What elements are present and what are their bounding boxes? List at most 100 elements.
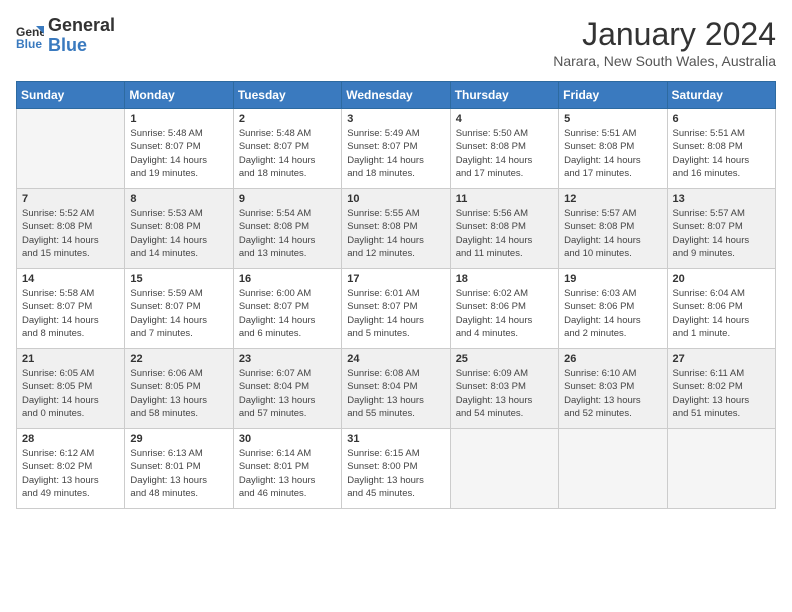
day-number: 31 <box>347 433 444 445</box>
day-number: 21 <box>22 353 119 365</box>
day-info: Sunrise: 5:57 AM Sunset: 8:07 PM Dayligh… <box>673 207 770 260</box>
calendar-cell: 9Sunrise: 5:54 AM Sunset: 8:08 PM Daylig… <box>233 189 341 269</box>
day-info: Sunrise: 5:48 AM Sunset: 8:07 PM Dayligh… <box>130 127 227 180</box>
calendar-cell: 4Sunrise: 5:50 AM Sunset: 8:08 PM Daylig… <box>450 109 558 189</box>
day-number: 14 <box>22 273 119 285</box>
calendar-cell: 6 Sunrise: 5:51 AM Sunset: 8:08 PM Daylig… <box>667 109 775 189</box>
day-number: 24 <box>347 353 444 365</box>
day-info: Sunrise: 6:10 AM Sunset: 8:03 PM Dayligh… <box>564 367 661 420</box>
calendar-cell: 21 Sunrise: 6:05 AM Sunset: 8:05 PM Dayli… <box>17 349 125 429</box>
day-info: Sunrise: 5:56 AM Sunset: 8:08 PM Dayligh… <box>456 207 553 260</box>
day-info: Sunrise: 6:04 AM Sunset: 8:06 PM Dayligh… <box>673 287 770 340</box>
day-number: 6 <box>673 113 770 125</box>
day-number: 10 <box>347 193 444 205</box>
calendar-week-row: 21 Sunrise: 6:05 AM Sunset: 8:05 PM Dayli… <box>17 349 776 429</box>
day-number: 22 <box>130 353 227 365</box>
calendar-cell: 13 Sunrise: 5:57 AM Sunset: 8:07 PM Dayli… <box>667 189 775 269</box>
day-number: 5 <box>564 113 661 125</box>
day-number: 30 <box>239 433 336 445</box>
calendar-cell: 14 Sunrise: 5:58 AM Sunset: 8:07 PM Dayli… <box>17 269 125 349</box>
calendar-cell: 8 Sunrise: 5:53 AM Sunset: 8:08 PM Daylig… <box>125 189 233 269</box>
day-number: 28 <box>22 433 119 445</box>
calendar-cell: 23Sunrise: 6:07 AM Sunset: 8:04 PM Dayli… <box>233 349 341 429</box>
day-info: Sunrise: 6:09 AM Sunset: 8:03 PM Dayligh… <box>456 367 553 420</box>
calendar-cell <box>450 429 558 509</box>
calendar-cell: 17 Sunrise: 6:01 AM Sunset: 8:07 PM Dayli… <box>342 269 450 349</box>
page-header: General Blue GeneralBlue January 2024 Na… <box>16 16 776 69</box>
calendar-cell: 22 Sunrise: 6:06 AM Sunset: 8:05 PM Dayli… <box>125 349 233 429</box>
day-info: Sunrise: 5:57 AM Sunset: 8:08 PM Dayligh… <box>564 207 661 260</box>
calendar-table: SundayMondayTuesdayWednesdayThursdayFrid… <box>16 81 776 509</box>
day-info: Sunrise: 6:03 AM Sunset: 8:06 PM Dayligh… <box>564 287 661 340</box>
day-number: 25 <box>456 353 553 365</box>
calendar-cell: 7Sunrise: 5:52 AM Sunset: 8:08 PM Daylig… <box>17 189 125 269</box>
svg-text:Blue: Blue <box>16 37 42 50</box>
day-header-wednesday: Wednesday <box>342 82 450 109</box>
day-info: Sunrise: 6:02 AM Sunset: 8:06 PM Dayligh… <box>456 287 553 340</box>
day-info: Sunrise: 6:08 AM Sunset: 8:04 PM Dayligh… <box>347 367 444 420</box>
day-number: 12 <box>564 193 661 205</box>
calendar-cell: 19 Sunrise: 6:03 AM Sunset: 8:06 PM Dayli… <box>559 269 667 349</box>
day-info: Sunrise: 6:01 AM Sunset: 8:07 PM Dayligh… <box>347 287 444 340</box>
day-number: 15 <box>130 273 227 285</box>
day-number: 20 <box>673 273 770 285</box>
day-info: Sunrise: 5:58 AM Sunset: 8:07 PM Dayligh… <box>22 287 119 340</box>
day-info: Sunrise: 5:51 AM Sunset: 8:08 PM Dayligh… <box>564 127 661 180</box>
calendar-cell: 5 Sunrise: 5:51 AM Sunset: 8:08 PM Daylig… <box>559 109 667 189</box>
day-number: 9 <box>239 193 336 205</box>
day-info: Sunrise: 5:53 AM Sunset: 8:08 PM Dayligh… <box>130 207 227 260</box>
day-header-sunday: Sunday <box>17 82 125 109</box>
day-number: 19 <box>564 273 661 285</box>
day-info: Sunrise: 6:15 AM Sunset: 8:00 PM Dayligh… <box>347 447 444 500</box>
calendar-cell: 31 Sunrise: 6:15 AM Sunset: 8:00 PM Dayli… <box>342 429 450 509</box>
day-info: Sunrise: 6:05 AM Sunset: 8:05 PM Dayligh… <box>22 367 119 420</box>
calendar-cell: 11 Sunrise: 5:56 AM Sunset: 8:08 PM Dayli… <box>450 189 558 269</box>
day-header-saturday: Saturday <box>667 82 775 109</box>
day-info: Sunrise: 5:59 AM Sunset: 8:07 PM Dayligh… <box>130 287 227 340</box>
day-info: Sunrise: 5:51 AM Sunset: 8:08 PM Dayligh… <box>673 127 770 180</box>
day-number: 13 <box>673 193 770 205</box>
day-info: Sunrise: 5:52 AM Sunset: 8:08 PM Dayligh… <box>22 207 119 260</box>
day-header-friday: Friday <box>559 82 667 109</box>
day-number: 8 <box>130 193 227 205</box>
day-info: Sunrise: 6:06 AM Sunset: 8:05 PM Dayligh… <box>130 367 227 420</box>
calendar-header-row: SundayMondayTuesdayWednesdayThursdayFrid… <box>17 82 776 109</box>
day-info: Sunrise: 6:00 AM Sunset: 8:07 PM Dayligh… <box>239 287 336 340</box>
day-info: Sunrise: 5:49 AM Sunset: 8:07 PM Dayligh… <box>347 127 444 180</box>
calendar-cell: 28 Sunrise: 6:12 AM Sunset: 8:02 PM Dayli… <box>17 429 125 509</box>
day-number: 29 <box>130 433 227 445</box>
day-number: 16 <box>239 273 336 285</box>
day-info: Sunrise: 6:12 AM Sunset: 8:02 PM Dayligh… <box>22 447 119 500</box>
calendar-cell <box>17 109 125 189</box>
calendar-cell: 2 Sunrise: 5:48 AM Sunset: 8:07 PM Daylig… <box>233 109 341 189</box>
calendar-cell: 12 Sunrise: 5:57 AM Sunset: 8:08 PM Dayli… <box>559 189 667 269</box>
day-number: 17 <box>347 273 444 285</box>
calendar-cell: 18Sunrise: 6:02 AM Sunset: 8:06 PM Dayli… <box>450 269 558 349</box>
month-title: January 2024 <box>553 16 776 53</box>
calendar-cell: 16 Sunrise: 6:00 AM Sunset: 8:07 PM Dayli… <box>233 269 341 349</box>
day-info: Sunrise: 5:50 AM Sunset: 8:08 PM Dayligh… <box>456 127 553 180</box>
calendar-cell <box>559 429 667 509</box>
day-number: 2 <box>239 113 336 125</box>
day-header-monday: Monday <box>125 82 233 109</box>
calendar-cell: 26 Sunrise: 6:10 AM Sunset: 8:03 PM Dayli… <box>559 349 667 429</box>
calendar-cell: 3Sunrise: 5:49 AM Sunset: 8:07 PM Daylig… <box>342 109 450 189</box>
day-info: Sunrise: 5:48 AM Sunset: 8:07 PM Dayligh… <box>239 127 336 180</box>
day-number: 11 <box>456 193 553 205</box>
logo: General Blue GeneralBlue <box>16 16 115 56</box>
calendar-cell <box>667 429 775 509</box>
title-block: January 2024 Narara, New South Wales, Au… <box>553 16 776 69</box>
location-subtitle: Narara, New South Wales, Australia <box>553 53 776 69</box>
calendar-cell: 20 Sunrise: 6:04 AM Sunset: 8:06 PM Dayli… <box>667 269 775 349</box>
calendar-cell: 30Sunrise: 6:14 AM Sunset: 8:01 PM Dayli… <box>233 429 341 509</box>
day-info: Sunrise: 5:55 AM Sunset: 8:08 PM Dayligh… <box>347 207 444 260</box>
day-number: 26 <box>564 353 661 365</box>
day-header-thursday: Thursday <box>450 82 558 109</box>
calendar-week-row: 1 Sunrise: 5:48 AM Sunset: 8:07 PM Daylig… <box>17 109 776 189</box>
day-info: Sunrise: 6:13 AM Sunset: 8:01 PM Dayligh… <box>130 447 227 500</box>
calendar-week-row: 7Sunrise: 5:52 AM Sunset: 8:08 PM Daylig… <box>17 189 776 269</box>
calendar-week-row: 14 Sunrise: 5:58 AM Sunset: 8:07 PM Dayli… <box>17 269 776 349</box>
calendar-cell: 10 Sunrise: 5:55 AM Sunset: 8:08 PM Dayli… <box>342 189 450 269</box>
day-number: 27 <box>673 353 770 365</box>
day-number: 1 <box>130 113 227 125</box>
